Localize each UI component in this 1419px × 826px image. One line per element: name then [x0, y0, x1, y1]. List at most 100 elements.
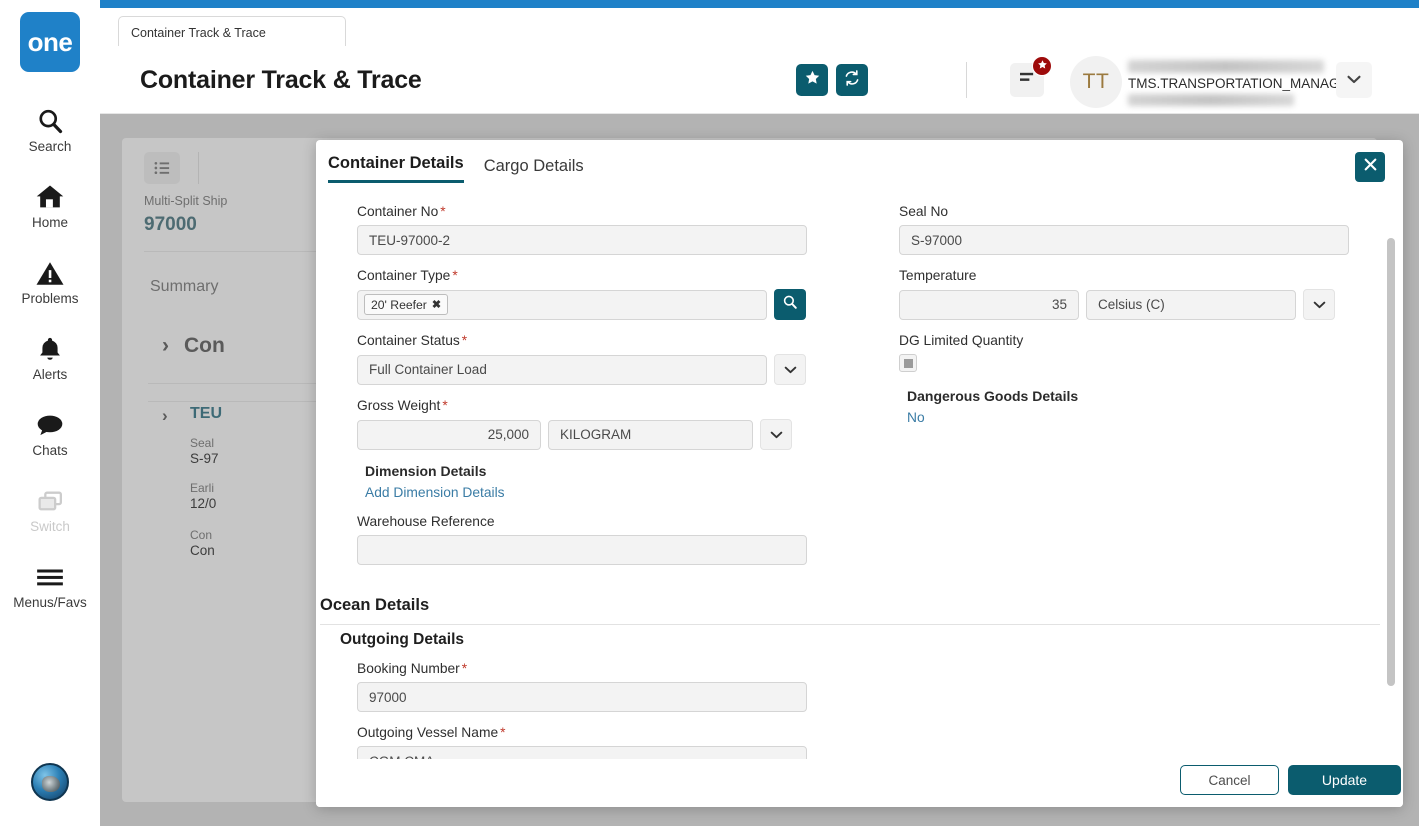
star-badge-icon	[1037, 57, 1048, 75]
sidebar-item-label: Menus/Favs	[0, 595, 100, 610]
container-type-tag: 20' Reefer ✖	[364, 294, 448, 315]
field-label: Gross Weight*	[357, 398, 807, 413]
tab-label: Container Track & Trace	[131, 26, 266, 40]
refresh-icon	[843, 69, 861, 92]
favorite-button[interactable]	[796, 64, 828, 96]
gross-weight-unit-dropdown-button[interactable]	[760, 419, 792, 450]
background-shipment-value: 97000	[144, 214, 197, 236]
warehouse-reference-input[interactable]	[357, 535, 807, 565]
search-icon	[782, 294, 798, 315]
refresh-button[interactable]	[836, 64, 868, 96]
field-warehouse-reference: Warehouse Reference	[357, 514, 807, 565]
background-field-label: Earli	[190, 481, 214, 495]
dialog-scroll-area: Container No* Container Type* 20' Reefer	[316, 190, 1403, 759]
home-icon	[0, 180, 100, 214]
sidebar-item-label: Problems	[0, 291, 100, 306]
field-label: Temperature	[899, 268, 1369, 283]
temperature-row	[899, 289, 1369, 320]
blurred-org-line	[1128, 94, 1294, 106]
username-label: TMS.TRANSPORTATION_MANAGER	[1128, 76, 1358, 91]
container-type-search-button[interactable]	[774, 289, 806, 320]
chevron-down-icon	[770, 426, 783, 444]
sidebar-item-menus-favs[interactable]: Menus/Favs	[0, 560, 100, 610]
field-temperature: Temperature	[899, 268, 1369, 320]
notification-badge[interactable]	[1032, 56, 1052, 76]
container-status-input[interactable]	[357, 355, 767, 385]
search-icon	[0, 104, 100, 138]
sidebar-item-home[interactable]: Home	[0, 180, 100, 230]
gross-weight-input[interactable]	[357, 420, 541, 450]
container-type-row: 20' Reefer ✖	[357, 289, 807, 320]
label-text: Gross Weight	[357, 398, 440, 413]
switch-windows-icon	[0, 484, 100, 518]
seal-no-input[interactable]	[899, 225, 1349, 255]
booking-number-input[interactable]	[357, 682, 807, 712]
temperature-unit-dropdown-button[interactable]	[1303, 289, 1335, 320]
field-seal-no: Seal No	[899, 204, 1369, 255]
main-region: Container Track & Trace Container Track …	[100, 0, 1419, 826]
label-text: Container No	[357, 204, 438, 219]
chevron-down-icon	[1347, 71, 1361, 89]
list-view-icon[interactable]	[144, 152, 180, 184]
label-text: Booking Number	[357, 661, 460, 676]
form-left-column: Container No* Container Type* 20' Reefer	[357, 204, 807, 578]
sidebar-item-label: Switch	[0, 519, 100, 534]
background-section-collapse[interactable]: ›	[162, 334, 169, 358]
one-logo[interactable]: one	[20, 12, 80, 72]
header-divider	[966, 62, 967, 98]
tab-container-details[interactable]: Container Details	[328, 154, 464, 183]
form-right-column: Seal No Temperature	[899, 204, 1369, 425]
background-row-title: TEU	[190, 405, 222, 423]
label-text: Container Type	[357, 268, 450, 283]
background-field-value: S-97	[190, 451, 219, 466]
close-button[interactable]	[1355, 152, 1385, 182]
tab-cargo-details[interactable]: Cargo Details	[484, 157, 584, 183]
sidebar-item-alerts[interactable]: Alerts	[0, 332, 100, 382]
logo-label: one	[28, 27, 73, 58]
add-dimension-details-link[interactable]: Add Dimension Details	[365, 485, 807, 500]
required-marker: *	[442, 398, 447, 413]
browser-tab-strip: Container Track & Trace	[100, 8, 1419, 46]
field-label: Container No*	[357, 204, 807, 219]
background-summary-label: Summary	[150, 278, 218, 296]
background-shipment-label: Multi-Split Ship	[144, 194, 227, 208]
avatar-initials: TT	[1083, 70, 1110, 94]
bell-icon	[0, 332, 100, 366]
container-no-input[interactable]	[357, 225, 807, 255]
field-label: Booking Number*	[357, 661, 807, 676]
container-type-tagfield[interactable]: 20' Reefer ✖	[357, 290, 767, 320]
field-label: Container Type*	[357, 268, 807, 283]
dg-limited-quantity-checkbox[interactable]	[899, 354, 917, 372]
field-label: Seal No	[899, 204, 1369, 219]
sidebar-item-problems[interactable]: Problems	[0, 256, 100, 306]
container-status-dropdown-button[interactable]	[774, 354, 806, 385]
container-details-dialog: Container Details Cargo Details Containe…	[316, 140, 1403, 807]
background-section-label: Con	[184, 334, 225, 358]
left-navigation-rail: one Search Home Problems Alerts	[0, 0, 100, 826]
sidebar-item-search[interactable]: Search	[0, 104, 100, 154]
sidebar-item-chats[interactable]: Chats	[0, 408, 100, 458]
warning-triangle-icon	[0, 256, 100, 290]
dangerous-goods-details-value: No	[907, 410, 1369, 425]
outgoing-vessel-name-input[interactable]	[357, 746, 807, 759]
top-accent-bar	[100, 0, 1419, 8]
dialog-scrollbar-thumb[interactable]	[1387, 238, 1395, 686]
background-row-collapse[interactable]: ›	[162, 406, 168, 426]
gross-weight-unit-input[interactable]	[548, 420, 753, 450]
user-avatar-orb[interactable]	[31, 763, 69, 801]
checkbox-indeterminate-mark	[904, 359, 913, 368]
field-container-status: Container Status*	[357, 333, 807, 385]
cancel-button[interactable]: Cancel	[1180, 765, 1279, 795]
close-x-icon[interactable]: ✖	[432, 298, 441, 311]
avatar[interactable]: TT	[1070, 56, 1122, 108]
update-button[interactable]: Update	[1288, 765, 1401, 795]
user-menu-caret[interactable]	[1336, 62, 1372, 98]
field-label: Outgoing Vessel Name*	[357, 725, 807, 740]
temperature-unit-input[interactable]	[1086, 290, 1296, 320]
temperature-input[interactable]	[899, 290, 1079, 320]
blurred-name-line	[1128, 60, 1324, 73]
hamburger-icon	[0, 560, 100, 594]
background-field-label: Seal	[190, 436, 214, 450]
sidebar-item-switch[interactable]: Switch	[0, 484, 100, 534]
outgoing-details-subsection-title: Outgoing Details	[340, 631, 464, 649]
